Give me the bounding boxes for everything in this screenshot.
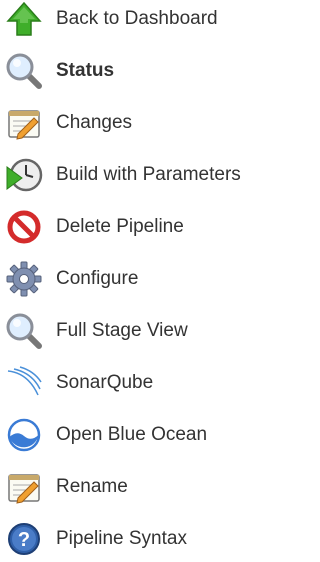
sidebar-item-status[interactable]: Status bbox=[0, 48, 282, 94]
sidebar-tasks: Back to Dashboard Status Changes Build w… bbox=[0, 0, 282, 558]
sidebar-item-label: Build with Parameters bbox=[56, 164, 241, 185]
magnifier-icon bbox=[4, 311, 44, 351]
sidebar-item-pipeline-syntax[interactable]: ? Pipeline Syntax bbox=[0, 516, 282, 562]
sidebar-item-changes[interactable]: Changes bbox=[0, 100, 282, 146]
no-entry-icon bbox=[4, 207, 44, 247]
sidebar-item-label: Open Blue Ocean bbox=[56, 424, 208, 445]
gear-icon bbox=[4, 259, 44, 299]
sidebar-item-label: Back to Dashboard bbox=[56, 8, 218, 29]
sidebar-item-rename[interactable]: Rename bbox=[0, 464, 282, 510]
sidebar-item-delete-pipeline[interactable]: Delete Pipeline bbox=[0, 204, 282, 250]
sidebar-item-label: Rename bbox=[56, 476, 128, 497]
sidebar-item-label: Pipeline Syntax bbox=[56, 528, 187, 549]
sidebar-item-sonarqube[interactable]: SonarQube bbox=[0, 360, 282, 406]
blue-ocean-icon bbox=[4, 415, 44, 455]
sidebar-item-label: Delete Pipeline bbox=[56, 216, 184, 237]
sidebar-item-label: Configure bbox=[56, 268, 139, 289]
sidebar-item-label: Changes bbox=[56, 112, 133, 133]
clock-play-icon bbox=[4, 155, 44, 195]
sidebar-item-configure[interactable]: Configure bbox=[0, 256, 282, 302]
sidebar-item-back-to-dashboard[interactable]: Back to Dashboard bbox=[0, 0, 282, 42]
sidebar-item-build-with-parameters[interactable]: Build with Parameters bbox=[0, 152, 282, 198]
notepad-edit-icon bbox=[4, 103, 44, 143]
help-icon: ? bbox=[4, 519, 44, 559]
sonarqube-icon bbox=[4, 363, 44, 403]
notepad-edit-icon bbox=[4, 467, 44, 507]
sidebar-item-full-stage-view[interactable]: Full Stage View bbox=[0, 308, 282, 354]
svg-text:?: ? bbox=[18, 529, 30, 551]
up-arrow-icon bbox=[4, 0, 44, 39]
sidebar-item-open-blue-ocean[interactable]: Open Blue Ocean bbox=[0, 412, 282, 458]
sidebar-item-label: Status bbox=[56, 60, 115, 81]
magnifier-icon bbox=[4, 51, 44, 91]
sidebar-item-label: SonarQube bbox=[56, 372, 154, 393]
sidebar-item-label: Full Stage View bbox=[56, 320, 188, 341]
